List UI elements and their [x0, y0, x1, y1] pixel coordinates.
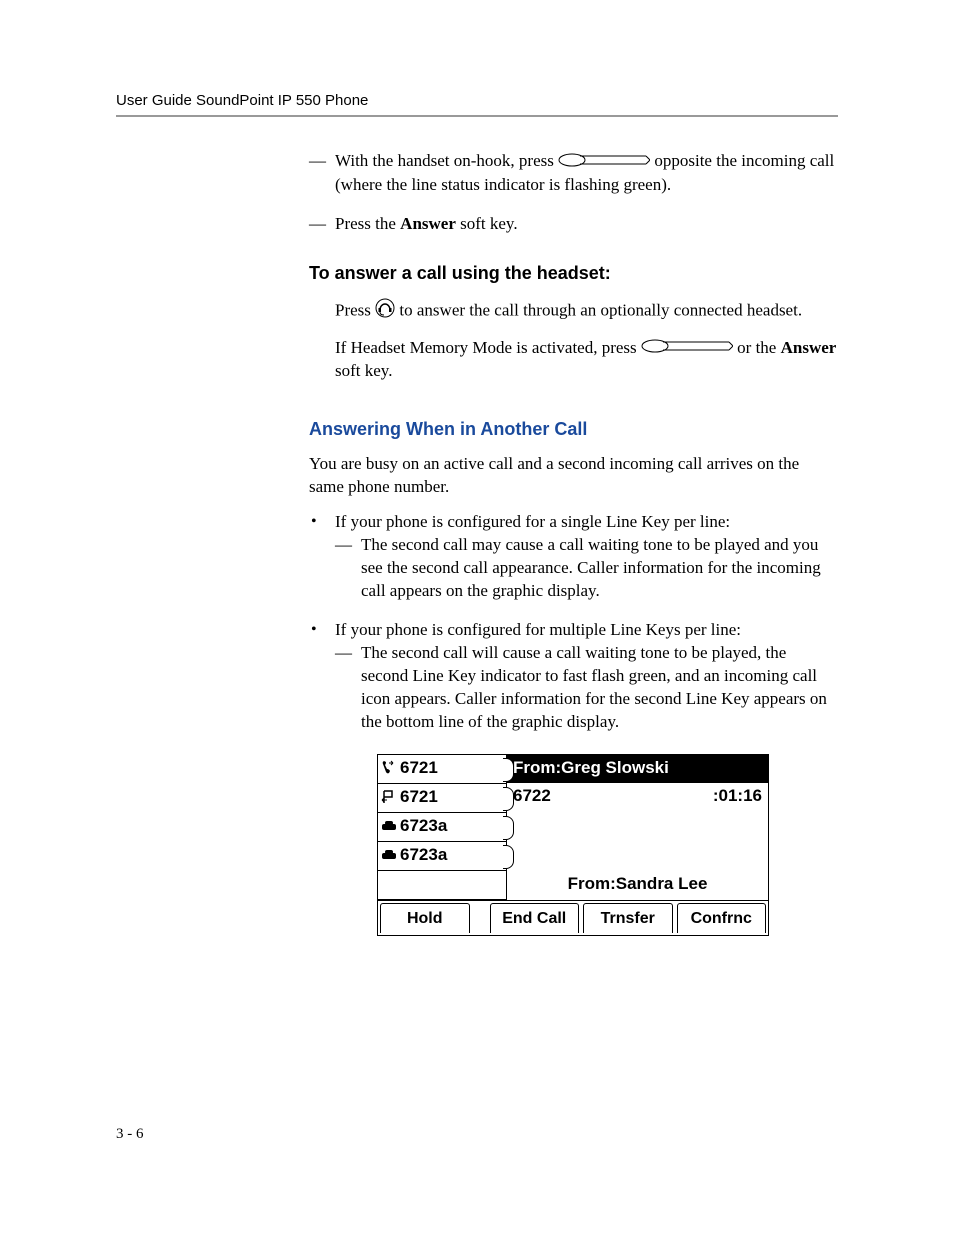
softkey-transfer: Trnsfer — [583, 903, 673, 934]
bullet-list: If your phone is configured for a single… — [309, 511, 837, 733]
text: soft key. — [456, 214, 518, 233]
text: Press — [335, 300, 375, 319]
text: Press the — [335, 214, 400, 233]
dash-list-1: With the handset on-hook, press opposite… — [309, 150, 837, 235]
text: or the — [737, 338, 780, 357]
line-key-3: 6723a — [378, 813, 506, 842]
line-tab — [503, 845, 514, 869]
text: The second call may cause a call waiting… — [361, 535, 821, 600]
sub-list: The second call may cause a call waiting… — [335, 534, 837, 603]
text: soft key. — [335, 361, 392, 380]
heading-another-call: Answering When in Another Call — [309, 417, 837, 441]
line-label: 6723a — [400, 815, 447, 838]
phone-display-figure: 6721 6721 — [377, 754, 769, 937]
text: With the handset on-hook, press — [335, 151, 558, 170]
line-tab — [503, 787, 514, 811]
softkey-row: Hold End Call Trnsfer Confrnc — [378, 900, 768, 936]
text: The second call will cause a call waitin… — [361, 643, 827, 731]
line-tab — [503, 758, 514, 782]
main-display-area: From:Greg Slowski 6722 :01:16 From:Sandr… — [506, 755, 768, 900]
list-item: The second call will cause a call waitin… — [335, 642, 837, 734]
caller-from-1: From:Greg Slowski — [507, 755, 768, 783]
phone-idle-icon — [381, 818, 397, 834]
text: If your phone is configured for multiple… — [335, 620, 741, 639]
line-key-icon — [641, 337, 733, 360]
text: If your phone is configured for a single… — [335, 512, 730, 531]
headset-icon — [375, 298, 395, 325]
incoming-call-icon — [381, 789, 397, 805]
header-rule — [116, 115, 838, 117]
page-number: 3 - 6 — [116, 1126, 144, 1143]
active-number: 6722 — [513, 785, 551, 808]
line-keys-column: 6721 6721 — [378, 755, 506, 900]
paragraph: Press to answer the call through an opti… — [335, 298, 837, 325]
list-item: If your phone is configured for a single… — [309, 511, 837, 603]
line-key-1: 6721 — [378, 755, 506, 784]
line-key-icon — [558, 151, 650, 174]
paragraph: If Headset Memory Mode is activated, pre… — [335, 337, 837, 384]
text-bold: Answer — [400, 214, 456, 233]
line-label: 6721 — [400, 757, 438, 780]
line-key-4: 6723a — [378, 842, 506, 871]
softkey-endcall: End Call — [490, 903, 580, 934]
list-item: The second call may cause a call waiting… — [335, 534, 837, 603]
paragraph: You are busy on an active call and a sec… — [309, 453, 837, 499]
line-key-2: 6721 — [378, 784, 506, 813]
text-bold: Answer — [781, 338, 837, 357]
list-item: If your phone is configured for multiple… — [309, 619, 837, 734]
list-item: With the handset on-hook, press opposite… — [309, 150, 837, 197]
page-header: User Guide SoundPoint IP 550 Phone — [116, 92, 368, 109]
text: to answer the call through an optionally… — [399, 300, 802, 319]
caller-from-2: From:Sandra Lee — [507, 867, 768, 898]
softkey-hold: Hold — [380, 903, 470, 934]
line-tab — [503, 816, 514, 840]
heading-headset: To answer a call using the headset: — [309, 261, 837, 285]
line-label: 6721 — [400, 786, 438, 809]
softkey-confrnc: Confrnc — [677, 903, 767, 934]
phone-idle-icon — [381, 847, 397, 863]
sub-list: The second call will cause a call waitin… — [335, 642, 837, 734]
text: If Headset Memory Mode is activated, pre… — [335, 338, 641, 357]
handset-active-icon — [381, 760, 397, 776]
list-item: Press the Answer soft key. — [309, 213, 837, 236]
call-timer: :01:16 — [713, 785, 762, 808]
line-label: 6723a — [400, 844, 447, 867]
